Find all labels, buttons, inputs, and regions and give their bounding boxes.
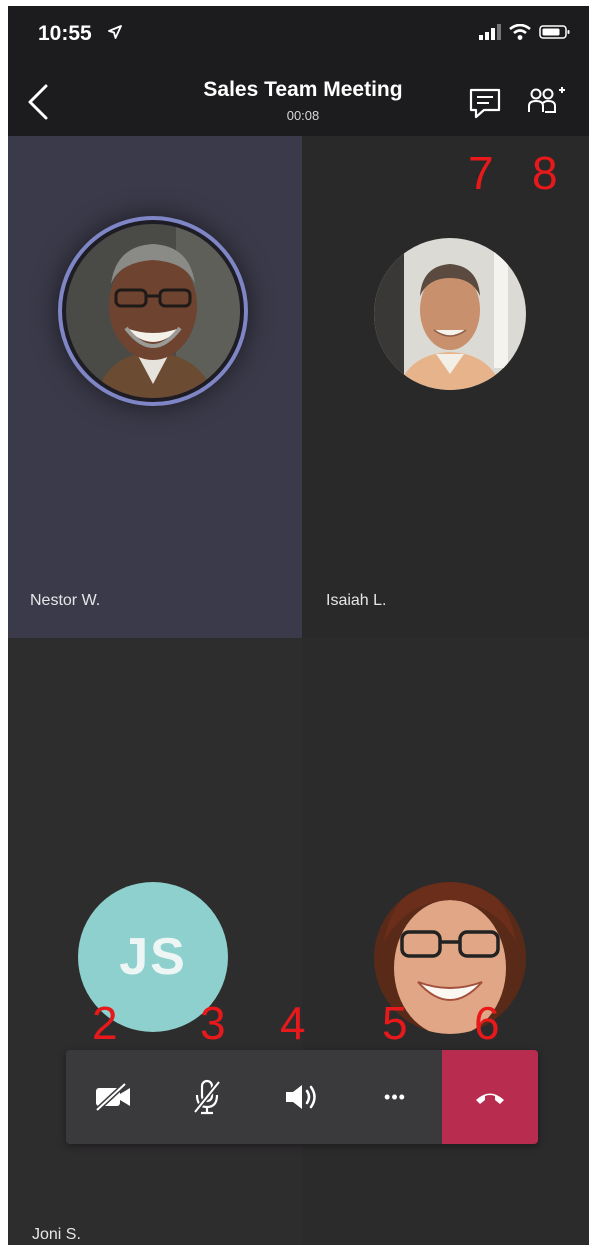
annotation-marker-6: 6	[474, 997, 500, 1049]
avatar-photo-isaiah	[374, 238, 526, 390]
location-arrow-icon	[108, 25, 122, 39]
call-timer: 00:08	[286, 108, 320, 123]
avatar	[66, 224, 240, 398]
add-participants-button[interactable]	[526, 84, 566, 120]
annotation-marker-3: 3	[200, 997, 226, 1049]
status-indicators	[479, 24, 571, 40]
speaker-icon	[286, 1085, 316, 1109]
chat-button[interactable]	[468, 87, 502, 119]
annotation-marker-4: 4	[280, 997, 306, 1049]
more-icon: •••	[384, 1086, 406, 1107]
call-controls-bar: •••	[66, 1050, 538, 1144]
participant-tile-4[interactable]	[302, 638, 589, 1245]
hang-up-icon	[476, 1093, 504, 1104]
battery-icon	[539, 25, 570, 39]
speaker-button[interactable]	[254, 1050, 348, 1144]
signal-icon	[479, 24, 501, 40]
mute-button[interactable]	[160, 1050, 254, 1144]
avatar	[374, 238, 526, 390]
mic-off-icon	[193, 1079, 221, 1115]
annotation-marker-2: 2	[92, 997, 118, 1049]
more-options-button[interactable]: •••	[348, 1050, 442, 1144]
annotation-marker-7: 7	[468, 147, 494, 199]
participant-tile-isaiah[interactable]: Isaiah L.	[302, 136, 589, 638]
hang-up-button[interactable]	[442, 1050, 538, 1144]
participant-tile-nestor[interactable]: Nestor W.	[8, 136, 302, 638]
participant-name: Isaiah L.	[326, 592, 387, 609]
camera-off-icon	[95, 1082, 130, 1112]
annotation-marker-5: 5	[382, 997, 408, 1049]
participant-tile-joni[interactable]: JS Joni S.	[8, 638, 302, 1245]
meeting-screen: 10:55 Sales Team Meeting 00:08 Nestor W.…	[8, 6, 589, 1245]
status-time: 10:55	[38, 22, 92, 45]
annotation-marker-8: 8	[532, 147, 558, 199]
meeting-title: Sales Team Meeting	[203, 78, 403, 101]
wifi-icon	[509, 24, 531, 40]
camera-toggle-button[interactable]	[66, 1050, 160, 1144]
participant-name: Joni S.	[32, 1226, 81, 1243]
back-button[interactable]	[24, 82, 54, 122]
participant-name: Nestor W.	[30, 592, 101, 609]
avatar-photo-nestor	[66, 224, 240, 398]
header-bar: 10:55 Sales Team Meeting 00:08	[8, 6, 589, 136]
